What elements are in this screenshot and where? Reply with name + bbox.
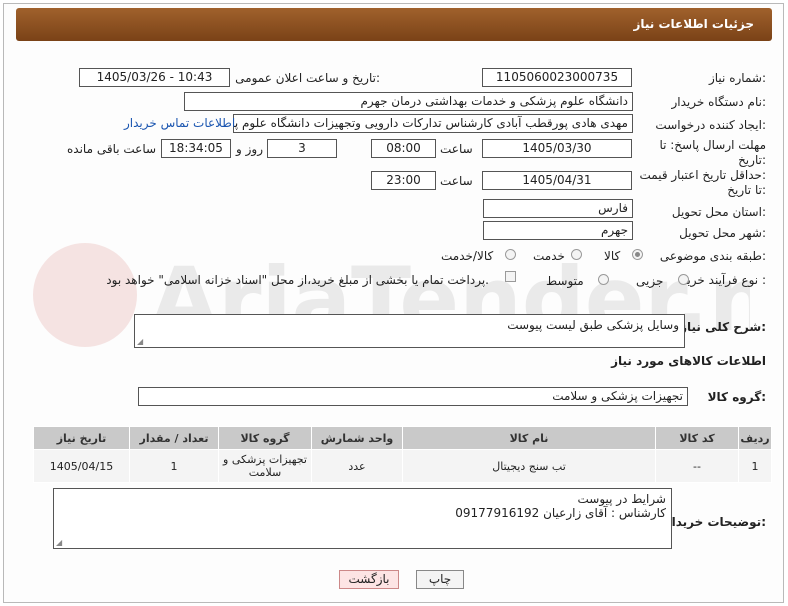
goods-group-value: تجهیزات پزشکی و سلامت (138, 387, 688, 406)
process-medium-radio[interactable] (598, 274, 609, 285)
category-service-label: خدمت (533, 249, 565, 263)
reply-remaining-label: ساعت باقی مانده (67, 142, 157, 156)
buyer-notes-textarea[interactable]: شرایط در پیوست کارشناس : آقای زارعیان 09… (53, 488, 672, 549)
goods-table: ردیف کد کالا نام کالا واحد شمارش گروه کا… (33, 426, 772, 483)
description-label: شرح کلی نیاز: (680, 320, 766, 334)
print-button[interactable]: چاپ (416, 570, 464, 589)
reply-deadline-label-1: مهلت ارسال پاسخ: تا (659, 138, 766, 152)
reply-remaining-value: 18:34:05 (161, 139, 231, 158)
col-unit: واحد شمارش (311, 426, 403, 450)
price-time-label: ساعت (440, 174, 473, 188)
resize-grip-icon[interactable]: ◢ (56, 538, 62, 547)
reply-time-value: 08:00 (371, 139, 436, 158)
city-value: جهرم (483, 221, 633, 240)
process-partial-radio[interactable] (678, 274, 689, 285)
page-title: جزئیات اطلاعات نیاز (633, 17, 754, 31)
cell-name: تب سنج دیجیتال (402, 449, 656, 483)
province-value: فارس (483, 199, 633, 218)
description-textarea[interactable]: وسایل پزشکی طبق لیست پیوست ◢ (134, 314, 685, 348)
announce-date-value: 1405/03/26 - 10:43 (79, 68, 230, 87)
need-number-label: شماره نیاز: (708, 71, 766, 85)
col-code: کد کالا (655, 426, 739, 450)
buyer-notes-label: توضیحات خریدار: (664, 515, 766, 529)
resize-grip-icon[interactable]: ◢ (137, 337, 143, 346)
cell-group: تجهیزات پزشکی و سلامت (218, 449, 312, 483)
description-text: وسایل پزشکی طبق لیست پیوست (507, 318, 679, 332)
cell-code: -- (655, 449, 739, 483)
province-label: استان محل تحویل: (671, 205, 766, 219)
process-partial-label: جزیی (636, 274, 664, 288)
process-medium-label: متوسط (546, 274, 584, 288)
goods-section-title: اطلاعات کالاهای مورد نیاز (611, 354, 766, 368)
page-header: جزئیات اطلاعات نیاز (16, 8, 772, 41)
treasury-payment-note: پرداخت تمام یا بخشی از مبلغ خرید،از محل … (106, 273, 489, 287)
col-date: تاریخ نیاز (33, 426, 130, 450)
goods-group-label: گروه کالا: (707, 390, 766, 404)
category-goods-label: کالا (604, 249, 621, 263)
goods-table-header-row: ردیف کد کالا نام کالا واحد شمارش گروه کا… (33, 426, 772, 450)
cell-row: 1 (738, 449, 772, 483)
back-button[interactable]: بازگشت (339, 570, 399, 589)
buyer-notes-line-1: شرایط در پیوست (577, 492, 666, 506)
reply-deadline-label-2: تاریخ: (738, 153, 766, 167)
cell-date: 1405/04/15 (33, 449, 130, 483)
reply-time-label: ساعت (440, 142, 473, 156)
creator-label: ایجاد کننده درخواست: (655, 118, 766, 132)
category-goods-service-radio[interactable] (505, 249, 516, 260)
buyer-contact-link[interactable]: اطلاعات تماس خریدار (124, 116, 235, 130)
buyer-org-label: نام دستگاه خریدار: (671, 95, 767, 109)
col-name: نام کالا (402, 426, 656, 450)
category-service-radio[interactable] (571, 249, 582, 260)
buyer-org-value: دانشگاه علوم پزشکی و خدمات بهداشتی درمان… (184, 92, 633, 111)
treasury-payment-checkbox[interactable] (505, 271, 516, 282)
buyer-notes-line-2: کارشناس : آقای زارعیان 09177916192 (455, 506, 666, 520)
price-date-value: 1405/04/31 (482, 171, 632, 190)
category-goods-service-label: کالا/خدمت (441, 249, 494, 263)
creator-value: مهدی هادی پورقطب آبادی کارشناس تدارکات د… (233, 114, 633, 133)
city-label: شهر محل تحویل: (679, 226, 766, 240)
table-row: 1 -- تب سنج دیجیتال عدد تجهیزات پزشکی و … (33, 449, 772, 483)
need-number-value: 1105060023000735 (482, 68, 632, 87)
price-deadline-label-2: تا تاریخ: (727, 183, 766, 197)
reply-date-value: 1405/03/30 (482, 139, 632, 158)
col-qty: تعداد / مقدار (129, 426, 219, 450)
price-deadline-label-1: حداقل تاریخ اعتبار قیمت: (639, 168, 766, 182)
category-label: طبقه بندی موضوعی: (659, 249, 766, 263)
price-time-value: 23:00 (371, 171, 436, 190)
cell-unit: عدد (311, 449, 403, 483)
process-label: نوع فرآیند خرید : (681, 273, 766, 287)
announce-date-label: تاریخ و ساعت اعلان عمومی: (235, 71, 380, 85)
reply-days-value: 3 (267, 139, 337, 158)
category-goods-radio[interactable] (632, 249, 643, 260)
col-row: ردیف (738, 426, 772, 450)
reply-days-label: روز و (236, 142, 263, 156)
cell-qty: 1 (129, 449, 219, 483)
col-group: گروه کالا (218, 426, 312, 450)
